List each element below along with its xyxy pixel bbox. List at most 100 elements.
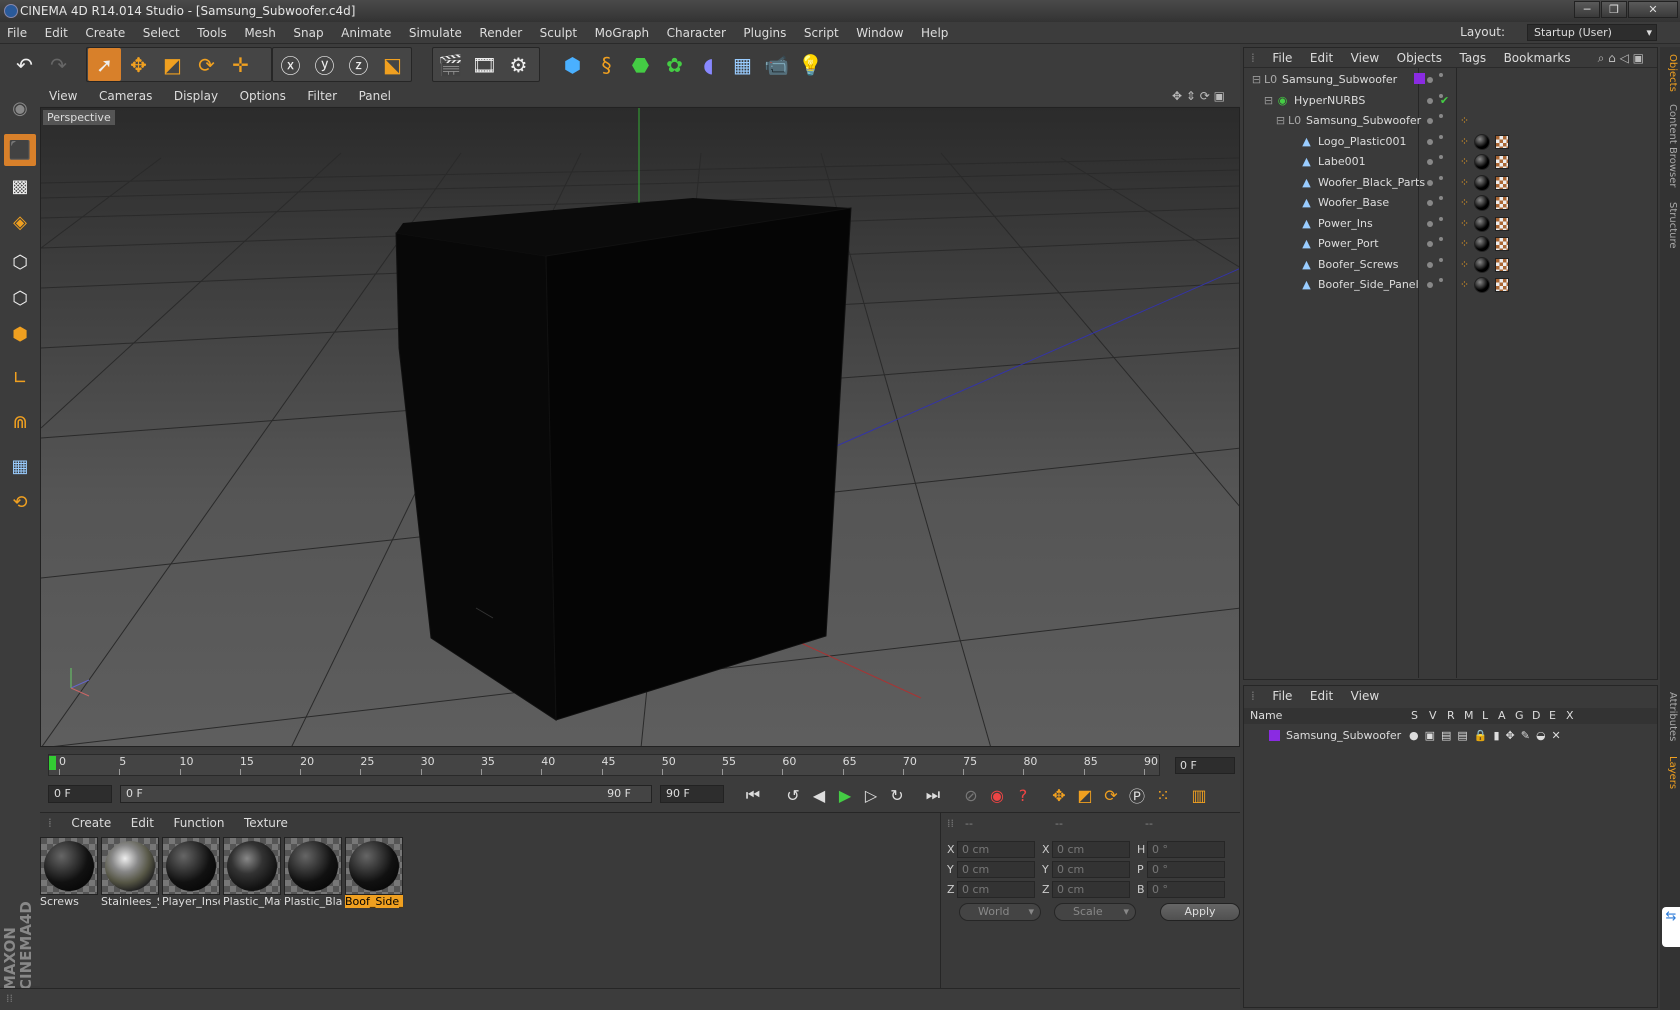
layer-menu-file[interactable]: File	[1265, 686, 1299, 706]
phong-tag-icon[interactable]: ⁘	[1458, 278, 1471, 291]
menu-render[interactable]: Render	[472, 22, 529, 44]
workplane-lock-icon[interactable]: ▦	[4, 450, 36, 482]
render-visibility-dot[interactable]	[1439, 134, 1443, 139]
coordinate-mode-dropdown[interactable]: World ▾	[959, 903, 1041, 921]
editor-visibility-dot[interactable]	[1427, 282, 1433, 288]
viewport-menu-cameras[interactable]: Cameras	[90, 86, 161, 106]
playhead-marker[interactable]	[49, 756, 56, 770]
rotation-b-field[interactable]: 0 °	[1147, 881, 1225, 898]
cube-primitive-icon[interactable]: ⬢	[556, 48, 589, 81]
minimize-button[interactable]: ─	[1574, 1, 1600, 18]
y-axis-icon[interactable]: ⓨ	[308, 48, 341, 81]
size-y-field[interactable]: 0 cm	[1052, 861, 1130, 878]
menu-select[interactable]: Select	[136, 22, 187, 44]
material-swatch[interactable]: Plastic_Blac	[284, 837, 344, 911]
add-object-icon[interactable]: ✛	[224, 48, 257, 81]
menu-file[interactable]: File	[0, 22, 34, 44]
position-z-field[interactable]: 0 cm	[957, 881, 1035, 898]
object-menu-bookmarks[interactable]: Bookmarks	[1497, 48, 1578, 68]
previous-key-icon[interactable]: ↺	[780, 782, 806, 808]
menu-create[interactable]: Create	[78, 22, 132, 44]
timeline-window-icon[interactable]: ▥	[1186, 782, 1212, 808]
key-pla-icon[interactable]: ⁙	[1150, 782, 1176, 808]
menu-sculpt[interactable]: Sculpt	[533, 22, 584, 44]
model-mode-icon[interactable]: ⬛	[4, 134, 36, 166]
z-axis-icon[interactable]: ⓩ	[342, 48, 375, 81]
apply-button[interactable]: Apply	[1160, 903, 1240, 921]
render-visibility-dot[interactable]	[1439, 73, 1443, 77]
expand-toggle-icon[interactable]: ⊟	[1262, 94, 1275, 107]
viewport-menu-display[interactable]: Display	[165, 86, 227, 106]
editor-visibility-dot[interactable]	[1427, 138, 1433, 145]
object-menu-objects[interactable]: Objects	[1390, 48, 1449, 68]
material-menu-function[interactable]: Function	[165, 813, 232, 833]
object-row[interactable]: ⊟ ◉ HyperNURBS ✔	[1244, 91, 1657, 111]
viewport-menu-options[interactable]: Options	[231, 86, 295, 106]
teamviewer-icon[interactable]: ⇆	[1662, 907, 1680, 947]
render-view-icon[interactable]: 🎬	[434, 48, 467, 81]
render-visibility-dot[interactable]	[1439, 155, 1443, 159]
move-icon[interactable]: ✥	[122, 48, 155, 81]
material-swatch[interactable]: Stainlees_S	[101, 837, 161, 911]
tab-structure[interactable]: Structure	[1662, 197, 1678, 253]
menu-character[interactable]: Character	[660, 22, 733, 44]
object-menu-file[interactable]: File	[1265, 48, 1299, 68]
edges-mode-icon[interactable]: ⬡	[4, 282, 36, 314]
viewport-menu-filter[interactable]: Filter	[298, 86, 346, 106]
key-position-icon[interactable]: ✥	[1046, 782, 1072, 808]
maximize-button[interactable]: ❐	[1601, 1, 1627, 18]
camera-icon[interactable]: 📹	[760, 48, 793, 81]
key-parameter-icon[interactable]: Ⓟ	[1124, 782, 1150, 808]
tab-content-browser[interactable]: Content Browser	[1662, 101, 1678, 191]
menu-tools[interactable]: Tools	[190, 22, 234, 44]
layer-row[interactable]: Samsung_Subwoofer ●▣▤▤🔒▮✥✎◒✕	[1244, 726, 1657, 746]
snap-magnet-icon[interactable]: ⋒	[4, 406, 36, 438]
render-visibility-dot[interactable]	[1439, 216, 1443, 221]
render-visibility-dot[interactable]	[1439, 196, 1443, 200]
timeline[interactable]: 0 5 10 15 20 25 30 35 40 45 50 55 60 65 70 75 80 85 90 0 F	[40, 750, 1240, 780]
end-frame-field[interactable]: 90 F	[660, 785, 724, 803]
start-frame-field[interactable]: 0 F	[48, 785, 112, 803]
menu-script[interactable]: Script	[797, 22, 846, 44]
size-x-field[interactable]: 0 cm	[1052, 841, 1130, 858]
current-frame-field[interactable]: 0 F	[1175, 757, 1235, 774]
material-tag-icon[interactable]	[1474, 215, 1490, 232]
size-z-field[interactable]: 0 cm	[1052, 881, 1130, 898]
phong-tag-icon[interactable]: ⁘	[1458, 135, 1471, 148]
menu-mesh[interactable]: Mesh	[237, 22, 283, 44]
axis-mode-icon[interactable]: ∟	[4, 362, 36, 394]
phong-tag-icon[interactable]: ⁘	[1458, 114, 1471, 127]
search-icon[interactable]: ⌕ ⌂ ◁ ▣	[1591, 48, 1651, 68]
size-mode-dropdown[interactable]: Scale ▾	[1054, 903, 1136, 921]
object-row[interactable]: ▲ Woofer_Base ⁘	[1244, 193, 1657, 213]
object-menu-tags[interactable]: Tags	[1453, 48, 1494, 68]
menu-snap[interactable]: Snap	[286, 22, 330, 44]
undo-icon[interactable]: ↶	[8, 48, 41, 81]
editor-visibility-dot[interactable]	[1427, 241, 1433, 247]
coordinate-system-icon[interactable]: ⬕	[376, 48, 409, 81]
phong-tag-icon[interactable]: ⁘	[1458, 196, 1471, 209]
object-row[interactable]: ▲ Boofer_Side_Panel ⁘	[1244, 275, 1657, 295]
phong-tag-icon[interactable]: ⁘	[1458, 258, 1471, 271]
render-visibility-dot[interactable]	[1439, 278, 1443, 282]
menu-simulate[interactable]: Simulate	[402, 22, 469, 44]
play-icon[interactable]: ▶	[832, 782, 858, 808]
menu-help[interactable]: Help	[914, 22, 955, 44]
material-menu-texture[interactable]: Texture	[236, 813, 296, 833]
menu-animate[interactable]: Animate	[334, 22, 398, 44]
locked-workplane-icon[interactable]: ⟲	[4, 486, 36, 518]
phong-tag-icon[interactable]: ⁘	[1458, 237, 1471, 250]
editor-visibility-dot[interactable]	[1427, 179, 1433, 186]
menu-mograph[interactable]: MoGraph	[588, 22, 657, 44]
material-tag-icon[interactable]	[1474, 154, 1490, 170]
texture-tag-icon[interactable]	[1495, 134, 1509, 149]
render-settings-icon[interactable]: ⚙	[502, 48, 535, 81]
select-arrow-icon[interactable]: ➚	[88, 48, 121, 81]
layer-menu-view[interactable]: View	[1344, 686, 1386, 706]
floor-icon[interactable]: ▦	[726, 48, 759, 81]
viewport-menu-panel[interactable]: Panel	[350, 86, 400, 106]
layout-select[interactable]: Startup (User) ▾	[1527, 24, 1657, 41]
texture-tag-icon[interactable]	[1495, 257, 1509, 272]
scale-icon[interactable]: ◩	[156, 48, 189, 81]
range-slider[interactable]: 0 F 90 F	[120, 785, 652, 803]
